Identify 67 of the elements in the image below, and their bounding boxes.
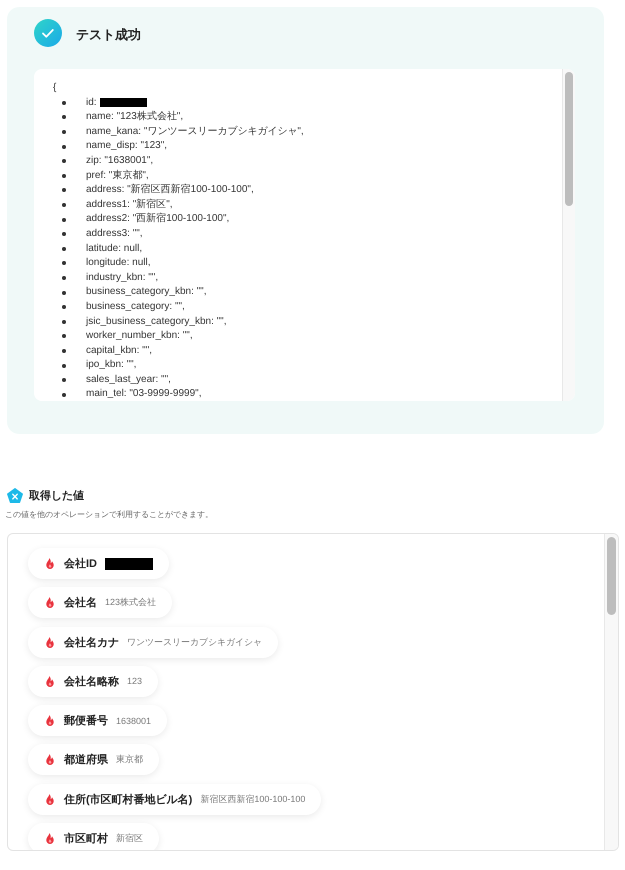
bullet-icon — [62, 188, 66, 192]
value-chip[interactable]: 都道府県 東京都 — [28, 744, 159, 776]
code-line: ipo_kbn: "", — [86, 358, 136, 372]
bullet-icon — [62, 174, 66, 178]
bullet-icon — [62, 203, 66, 208]
code-line: address: "新宿区西新宿100-100-100", — [86, 183, 254, 198]
flame-icon — [46, 597, 54, 608]
scrollbar-thumb[interactable] — [607, 537, 616, 615]
scrollbar[interactable] — [562, 69, 575, 401]
bullet-icon — [62, 246, 66, 251]
value-chip[interactable]: 会社ID — [28, 548, 169, 579]
code-line: longitude: null, — [86, 256, 150, 270]
value-chip[interactable]: 郵便番号 1638001 — [28, 705, 168, 736]
section-title: 取得した値 — [29, 488, 84, 502]
code-line: latitude: null, — [86, 242, 142, 256]
bullet-icon — [62, 159, 66, 164]
bullet-icon — [62, 305, 66, 310]
code-line: address1: "新宿区", — [86, 198, 173, 212]
bullet-icon — [62, 115, 66, 120]
code-line: address3: "", — [86, 226, 143, 241]
bullet-icon — [62, 378, 66, 382]
result-title: テスト成功 — [76, 26, 141, 44]
flame-icon — [46, 676, 54, 687]
code-line: address2: "西新宿100-100-100", — [86, 212, 230, 226]
bullet-icon — [62, 144, 66, 149]
code-line: business_category_kbn: "", — [86, 285, 207, 300]
code-line: sales_last_year: "", — [86, 372, 171, 387]
code-line: id: — [86, 96, 97, 110]
scrollbar[interactable] — [604, 534, 618, 850]
bullet-icon — [62, 392, 66, 397]
value-chip[interactable]: 市区町村 新宿区 — [28, 823, 159, 850]
code-line: { — [53, 81, 58, 95]
bullet-icon — [62, 320, 66, 324]
bullet-icon — [62, 364, 66, 368]
bullet-icon — [62, 218, 66, 222]
code-line: capital_kbn: "", — [86, 344, 152, 358]
bullet-icon — [62, 232, 66, 236]
scrollbar-thumb[interactable] — [565, 72, 573, 206]
flame-icon — [46, 833, 54, 844]
code-line: business_category: "", — [86, 300, 185, 314]
code-line: industry_kbn: "", — [86, 270, 158, 285]
code-line: pref: "東京都", — [86, 168, 149, 183]
variable-icon — [7, 488, 23, 502]
code-line: jsic_business_category_kbn: "", — [86, 314, 227, 328]
bullet-icon — [62, 276, 66, 280]
code-line: name_disp: "123", — [86, 139, 168, 154]
bullet-icon — [62, 334, 66, 338]
value-chip[interactable]: 会社名略称 123 — [28, 666, 158, 697]
bullet-icon — [62, 130, 66, 134]
bullet-icon — [62, 290, 66, 295]
flame-icon — [46, 636, 54, 648]
bullet-icon — [62, 261, 66, 266]
bullet-icon — [62, 348, 66, 353]
code-line: name: "123株式会社", — [86, 110, 184, 124]
bullet-icon — [62, 100, 66, 105]
code-line: name_kana: "ワンツースリーカブシキガイシャ", — [86, 124, 304, 139]
flame-icon — [46, 794, 54, 805]
flame-icon — [46, 715, 54, 726]
section-description: この値を他のオペレーションで利用することができます。 — [5, 509, 214, 520]
code-line: zip: "1638001", — [86, 154, 154, 168]
flame-icon — [46, 558, 54, 569]
flame-icon — [46, 754, 54, 766]
value-chip[interactable]: 会社名 123株式会社 — [28, 587, 172, 618]
code-line: worker_number_kbn: "", — [86, 329, 193, 344]
value-chip[interactable]: 会社名カナ ワンツースリーカブシキガイシャ — [28, 626, 278, 658]
value-chip[interactable]: 住所(市区町村番地ビル名) 新宿区西新宿100-100-100 — [28, 784, 322, 815]
code-line: main_tel: "03-9999-9999", — [86, 387, 202, 401]
